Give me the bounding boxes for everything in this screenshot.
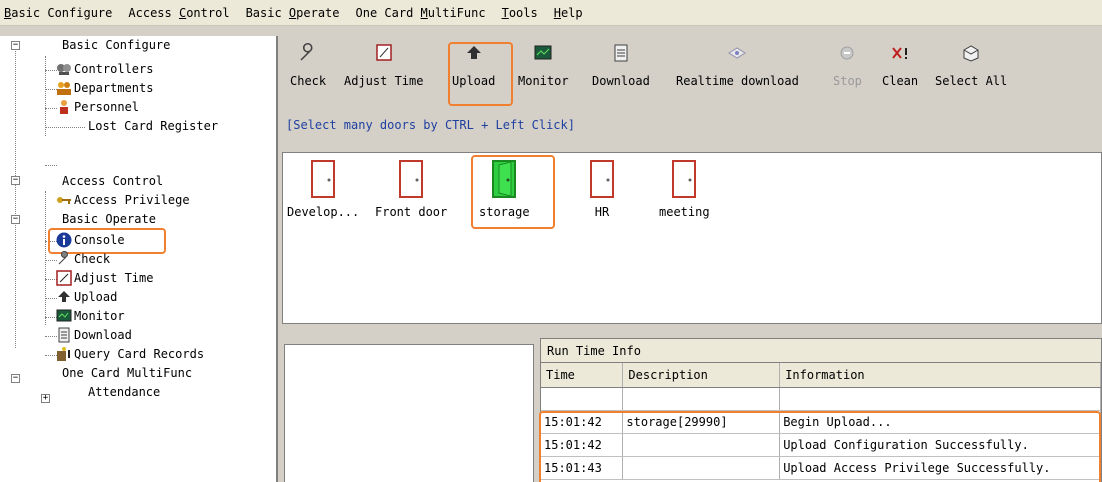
menu-basic-operate[interactable]: Basic Operate (246, 6, 340, 20)
column-header-time[interactable]: Time (541, 363, 624, 388)
table-row[interactable] (541, 387, 1101, 411)
tree-connector (45, 191, 46, 325)
door-item[interactable]: Front door (375, 159, 447, 219)
cell-description (622, 387, 781, 411)
tree-node-personnel[interactable]: Personnel (56, 98, 139, 117)
column-header-description[interactable]: Description (622, 363, 781, 388)
upload-highlight (448, 42, 513, 106)
tree-node-download[interactable]: Download (56, 326, 132, 345)
personnel-icon (60, 99, 68, 114)
adjust-time-icon (375, 44, 392, 61)
tree-node-monitor[interactable]: Monitor (56, 307, 125, 326)
realtime-download-icon (728, 47, 747, 59)
adjust-time-button[interactable]: Adjust Time (344, 42, 423, 88)
door-item[interactable]: HR (589, 159, 615, 219)
wrench-icon (58, 250, 68, 264)
tree-node-basic-operate[interactable]: Basic Operate (62, 210, 156, 229)
departments-icon (57, 81, 71, 95)
column-header-information[interactable]: Information (779, 363, 1101, 388)
menu-one-card-multifunc[interactable]: One Card MultiFunc (356, 6, 486, 20)
stop-icon (840, 46, 854, 60)
door-icon (311, 160, 336, 198)
collapse-toggle-icon[interactable]: − (11, 374, 20, 383)
tree-node-lost-card-register[interactable]: Lost Card Register (88, 117, 218, 136)
tree-connector (15, 46, 16, 348)
tree-node-access-privilege[interactable]: Access Privilege (56, 191, 190, 210)
tree-node-controllers[interactable]: Controllers (56, 60, 153, 79)
expand-toggle-icon[interactable]: + (41, 394, 50, 403)
tree-node-departments[interactable]: Departments (56, 79, 153, 98)
monitor-icon (56, 309, 72, 321)
menu-bar: Basic Configure Access Control Basic Ope… (0, 0, 1102, 26)
storage-highlight (471, 155, 555, 229)
clean-button[interactable]: Clean (882, 42, 918, 88)
upload-icon (58, 290, 70, 302)
adjust-time-icon (56, 269, 72, 286)
collapse-toggle-icon[interactable]: − (11, 215, 20, 224)
monitor-icon (534, 45, 552, 60)
check-button[interactable]: Check (290, 42, 326, 88)
menu-access-control[interactable]: Access Control (128, 6, 229, 20)
download-button[interactable]: Download (592, 42, 650, 88)
query-records-icon (57, 346, 70, 361)
collapse-toggle-icon[interactable]: − (11, 176, 20, 185)
realtime-download-button[interactable]: Realtime download (676, 42, 799, 88)
tree-node-attendance[interactable]: Attendance (88, 383, 160, 402)
select-all-icon (963, 45, 979, 62)
run-time-info-panel: Run Time Info Time Description Informati… (539, 338, 1102, 482)
stop-button[interactable]: Stop (833, 42, 862, 88)
door-item[interactable]: meeting (659, 159, 710, 219)
cell-time (541, 387, 624, 411)
tree-node-upload[interactable]: Upload (56, 288, 117, 307)
wrench-icon (300, 43, 313, 61)
download-icon (58, 327, 70, 342)
tree-node-check[interactable]: Check (56, 250, 110, 269)
cell-information (779, 387, 1101, 411)
table-header-row: Time Description Information (541, 363, 1101, 388)
log-highlight (539, 411, 1101, 482)
toolbar: Check Adjust Time Upload Monitor Downloa… (280, 36, 1102, 108)
navigation-tree: − Basic Configure Controllers Department… (0, 36, 278, 482)
controllers-icon (57, 63, 71, 75)
tree-node-one-card-multifunc[interactable]: One Card MultiFunc (62, 364, 192, 383)
door-icon (399, 160, 424, 198)
menu-help[interactable]: Help (554, 6, 583, 20)
status-panel (284, 344, 534, 482)
run-time-info-title: Run Time Info (541, 339, 1101, 363)
download-icon (614, 44, 628, 62)
clean-icon (892, 47, 908, 59)
collapse-toggle-icon[interactable]: − (11, 41, 20, 50)
tree-node-adjust-time[interactable]: Adjust Time (56, 269, 153, 288)
menu-basic-configure[interactable]: Basic Configure (4, 6, 112, 20)
key-icon (57, 196, 71, 204)
tree-node-basic-configure[interactable]: Basic Configure (62, 36, 170, 55)
menu-tools[interactable]: Tools (502, 6, 538, 20)
door-icon (590, 160, 614, 198)
door-item[interactable]: Develop... (287, 159, 359, 219)
tree-node-query-card-records[interactable]: Query Card Records (56, 345, 204, 364)
doors-panel: Develop... Front door storage HR meeting (282, 152, 1102, 324)
select-all-button[interactable]: Select All (935, 42, 1007, 88)
tree-connector (45, 56, 46, 136)
selection-hint: [Select many doors by CTRL + Left Click] (286, 118, 575, 132)
door-icon (672, 160, 697, 198)
monitor-button[interactable]: Monitor (518, 42, 569, 88)
tree-node-access-control[interactable]: Access Control (62, 172, 163, 191)
